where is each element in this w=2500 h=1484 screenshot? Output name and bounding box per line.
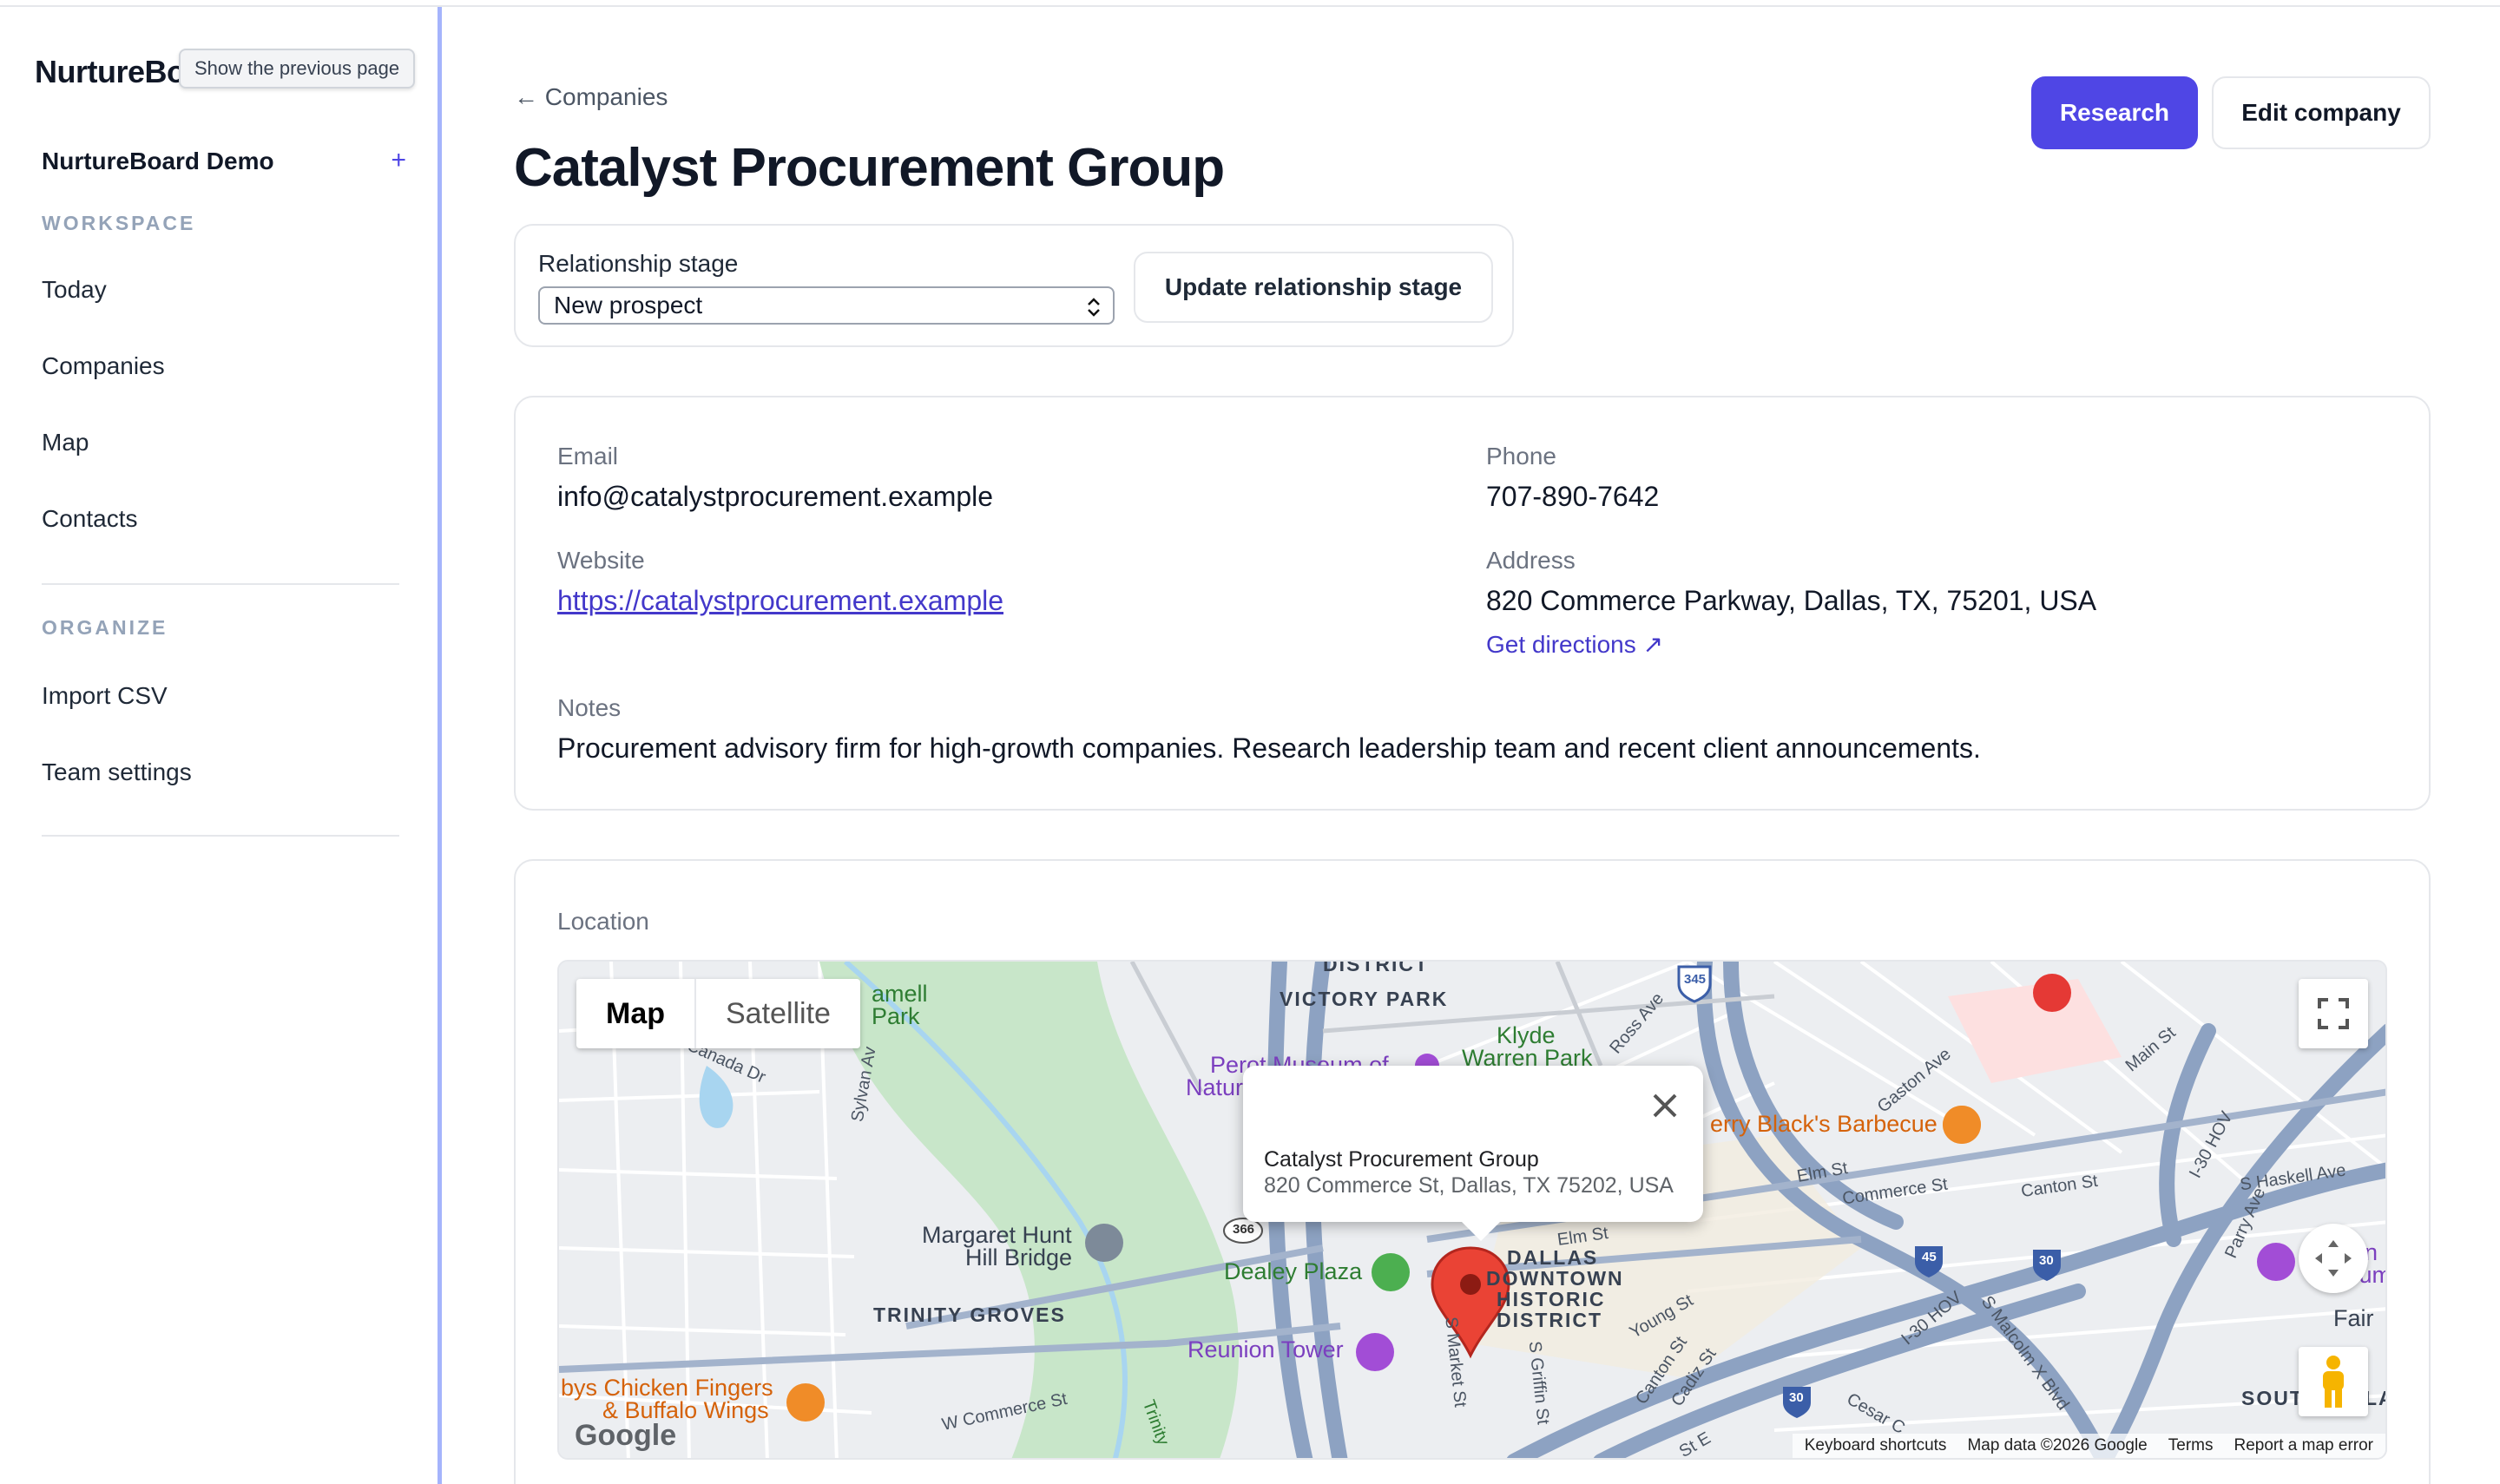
add-workspace-icon[interactable]: + [391,146,406,175]
satellite-tab[interactable]: Satellite [694,979,860,1048]
section-label-workspace: WORKSPACE [42,212,196,234]
map-label: Hill Bridge [965,1244,1073,1271]
website-label: Website [557,547,645,574]
map-label: DOWNTOWN [1486,1267,1624,1290]
get-directions-link[interactable]: Get directions ↗ [1486,630,1663,659]
close-icon[interactable] [1648,1088,1682,1123]
email-label: Email [557,443,619,469]
street-view-button[interactable] [2299,1347,2368,1416]
chevron-updown-icon [1088,298,1100,317]
map-label: Fair [2333,1305,2374,1331]
map-label: Dealey Plaza [1224,1258,1363,1284]
section-label-organize: ORGANIZE [42,616,168,639]
report-error-link[interactable]: Report a map error [2234,1436,2373,1455]
sidebar-divider [42,835,399,837]
map-label: 45 [1922,1250,1937,1264]
website-link[interactable]: https://catalystprocurement.example [557,585,1003,617]
back-to-companies-link[interactable]: ← Companies [514,83,668,111]
sidebar-item-contacts[interactable]: Contacts [42,505,138,533]
map-label: DALLAS [1507,1246,1599,1269]
notes-label: Notes [557,694,622,721]
map-view[interactable]: DISTRICT VICTORY PARK Klyde Warren Park … [557,960,2387,1460]
relationship-stage-label: Relationship stage [538,250,739,277]
map-label: DISTRICT [1323,960,1430,975]
info-window-address: 820 Commerce St, Dallas, TX 75202, USA [1264,1173,1674,1198]
window-top-border [0,0,2500,7]
map-label: VICTORY PARK [1280,988,1449,1010]
workspace-name: NurtureBoard Demo [42,148,274,174]
relationship-stage-value: New prospect [554,292,703,318]
email-value: info@catalystprocurement.example [557,481,994,512]
map-label: 366 [1233,1222,1255,1237]
location-card: Location DISTRICT VICTORY PARK Klyde War… [514,859,2431,1484]
company-details-card: Email info@catalystprocurement.example P… [514,396,2431,811]
address-label: Address [1486,547,1576,574]
location-label: Location [557,908,649,935]
map-label: HISTORIC [1497,1288,1606,1310]
map-label: 345 [1684,972,1707,987]
map-label: SOUT [2241,1387,2304,1409]
map-label: Park [872,1003,920,1029]
relationship-stage-select[interactable]: New prospect [538,286,1115,325]
workspace-switcher[interactable]: NurtureBoard Demo + [42,146,406,181]
relationship-stage-card: Relationship stage New prospect Update r… [514,224,1514,347]
sidebar: NurtureBoard Show the previous page Nurt… [0,7,439,1484]
address-value: 820 Commerce Parkway, Dallas, TX, 75201,… [1486,585,2097,616]
sidebar-item-today[interactable]: Today [42,276,107,304]
map-tab[interactable]: Map [576,979,694,1048]
map-label: 30 [1789,1390,1804,1405]
phone-value: 707-890-7642 [1486,481,1660,512]
map-label: TRINITY GROVES [873,1303,1066,1326]
map-info-window: Catalyst Procurement Group 820 Commerce … [1243,1066,1703,1241]
edit-company-button[interactable]: Edit company [2212,76,2431,149]
sidebar-item-companies[interactable]: Companies [42,352,165,380]
page-title: Catalyst Procurement Group [514,138,1225,198]
map-label: erry Black's Barbecue [1710,1111,1938,1137]
notes-value: Procurement advisory firm for high-growt… [557,732,1981,764]
info-window-title: Catalyst Procurement Group [1264,1147,1539,1172]
back-tooltip: Show the previous page [179,49,416,89]
update-stage-button[interactable]: Update relationship stage [1134,252,1493,323]
keyboard-shortcuts-link[interactable]: Keyboard shortcuts [1805,1436,1947,1455]
pegman-icon [2323,1356,2344,1408]
sidebar-item-map[interactable]: Map [42,429,89,456]
map-label: 30 [2039,1253,2054,1268]
map-attribution: Keyboard shortcuts Map data ©2026 Google… [1792,1434,2385,1458]
map-data-text: Map data ©2026 Google [1967,1436,2148,1454]
terms-link[interactable]: Terms [2168,1436,2214,1455]
map-type-control: Map Satellite [576,979,860,1048]
google-logo: Google [575,1419,677,1452]
sidebar-divider [42,583,399,585]
phone-label: Phone [1486,443,1556,469]
fullscreen-icon [2318,998,2349,1029]
map-label: Reunion Tower [1188,1336,1344,1363]
sidebar-item-team-settings[interactable]: Team settings [42,758,192,786]
map-label: DISTRICT [1497,1309,1603,1331]
sidebar-border [438,7,442,1484]
map-label: Natur [1186,1074,1244,1100]
fullscreen-button[interactable] [2299,979,2368,1048]
research-button[interactable]: Research [2031,76,2198,149]
sidebar-item-import-csv[interactable]: Import CSV [42,682,168,710]
camera-control-button[interactable] [2299,1224,2368,1293]
move-camera-icon [2315,1240,2352,1277]
